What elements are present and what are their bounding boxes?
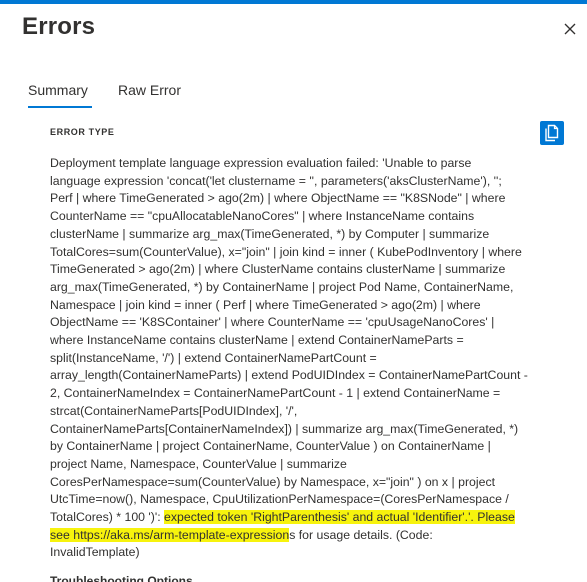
error-message-text: TotalCores) * 100 ')': <box>50 510 165 525</box>
top-accent-bar <box>0 0 587 4</box>
error-message-line: split(InstanceName, '/') | extend Contai… <box>50 350 377 365</box>
error-message: Deployment template language expression … <box>50 155 562 562</box>
copy-icon <box>545 124 559 142</box>
troubleshooting-heading: Troubleshooting Options <box>50 574 193 582</box>
error-type-label: ERROR TYPE <box>50 127 115 137</box>
error-message-line: ContainerNameParts[ContainerNameIndex]) … <box>50 421 519 436</box>
error-message-line: arg_max(TimeGenerated, *) by ContainerNa… <box>50 279 514 294</box>
error-message-line: see https://aka.ms/arm-template-expressi… <box>50 527 562 545</box>
highlighted-error-text: expected token 'RightParenthesis' and ac… <box>164 510 515 525</box>
error-message-line: Namespace | join kind = inner ( Perf | w… <box>50 297 481 312</box>
error-message-text: s for usage details. (Code: <box>289 527 433 542</box>
error-message-line: UtcTime=now(), Namespace, CpuUtilization… <box>50 492 509 507</box>
error-message-line: InvalidTemplate) <box>50 545 140 560</box>
tab-summary[interactable]: Summary <box>28 82 88 98</box>
error-message-line: clusterName | summarize arg_max(TimeGene… <box>50 226 490 241</box>
tab-selected-indicator <box>28 106 92 108</box>
error-message-line: TimeGenerated > ago(2m) | where ClusterN… <box>50 262 506 277</box>
error-message-line: Perf | where TimeGenerated > ago(2m) | w… <box>50 191 506 206</box>
error-message-line: ObjectName == 'K8SContainer' | where Cou… <box>50 315 495 330</box>
error-message-line: strcat(ContainerNameParts[PodUIDIndex], … <box>50 403 298 418</box>
error-message-line: TotalCores=sum(CounterValue), x="join" |… <box>50 244 522 259</box>
close-icon[interactable] <box>562 21 578 37</box>
error-message-line: project Name, Namespace, CounterValue | … <box>50 456 347 471</box>
highlighted-error-text: see https://aka.ms/arm-template-expressi… <box>50 527 290 542</box>
error-message-line: array_length(ContainerNameParts) | exten… <box>50 368 528 383</box>
error-message-line: where InstanceName contains clusterName … <box>50 333 464 348</box>
error-message-line: Deployment template language expression … <box>50 156 472 170</box>
error-message-line: CoresPerNamespace=sum(CounterValue) by N… <box>50 474 496 489</box>
tab-raw-error[interactable]: Raw Error <box>118 82 181 98</box>
error-message-line: CounterName == "cpuAllocatableNanoCores"… <box>50 209 475 224</box>
error-message-line: language expression 'concat('let cluster… <box>50 173 502 188</box>
error-message-line: by ContainerName | project ContainerName… <box>50 439 491 454</box>
copy-button[interactable] <box>540 121 564 145</box>
error-message-line: 2, ContainerNameIndex = ContainerNamePar… <box>50 386 501 401</box>
panel-title: Errors <box>22 13 96 40</box>
error-message-line: TotalCores) * 100 ')': expected token 'R… <box>50 509 562 527</box>
